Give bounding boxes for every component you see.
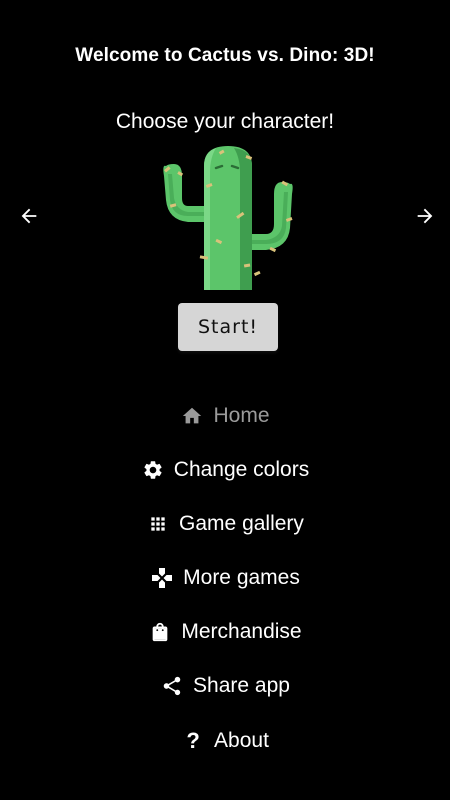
menu-item-label: Game gallery: [179, 512, 304, 535]
menu-item-label: Merchandise: [181, 620, 302, 643]
app-title: Welcome to Cactus vs. Dino: 3D!: [75, 45, 375, 66]
menu-item-label: Home: [213, 404, 270, 427]
home-icon: [180, 404, 204, 428]
menu-item-label: More games: [183, 566, 300, 589]
menu-item-about[interactable]: ? About: [0, 721, 450, 761]
menu-item-merchandise[interactable]: Merchandise: [0, 612, 450, 652]
menu-item-game-gallery[interactable]: Game gallery: [0, 504, 450, 544]
question-icon: ?: [186, 728, 200, 753]
menu-item-home[interactable]: Home: [0, 396, 450, 436]
previous-character-button[interactable]: [14, 201, 44, 231]
grid-icon: [146, 512, 170, 536]
menu-item-change-colors[interactable]: Change colors: [0, 450, 450, 490]
start-button[interactable]: Start!: [178, 303, 278, 351]
share-icon: [160, 674, 184, 698]
shopping-bag-icon: [148, 620, 172, 644]
choose-character-heading: Choose your character!: [115, 110, 335, 133]
menu-item-share-app[interactable]: Share app: [0, 666, 450, 706]
gear-icon: [141, 458, 165, 482]
gamepad-icon: [150, 566, 174, 590]
menu-item-more-games[interactable]: More games: [0, 558, 450, 598]
cactus-character[interactable]: [158, 144, 298, 290]
next-character-button[interactable]: [410, 201, 440, 231]
menu-item-label: Share app: [193, 674, 290, 697]
arrow-right-icon: [414, 205, 436, 227]
menu-item-label: About: [214, 729, 269, 752]
cactus-illustration: [163, 146, 293, 290]
arrow-left-icon: [18, 205, 40, 227]
menu-item-label: Change colors: [173, 458, 310, 481]
